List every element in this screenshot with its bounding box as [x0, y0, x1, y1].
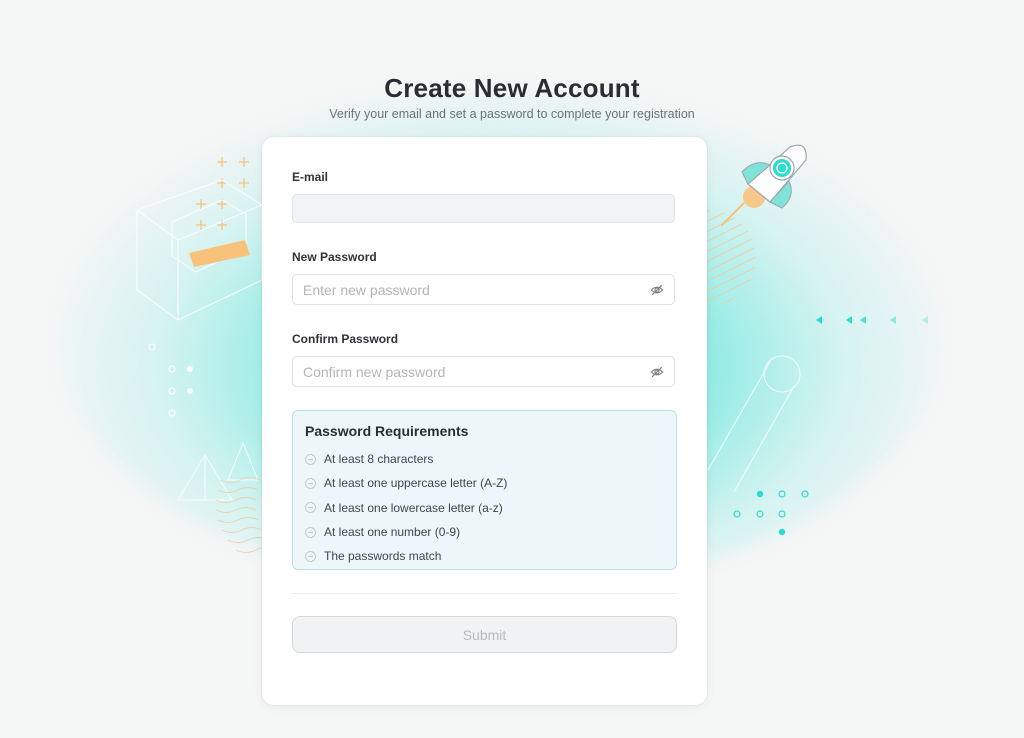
requirement-text: At least one lowercase letter (a-z) — [324, 500, 503, 515]
page-subtitle: Verify your email and set a password to … — [329, 107, 695, 121]
submit-button[interactable]: Submit — [292, 616, 677, 653]
requirement-text: At least one uppercase letter (A-Z) — [324, 476, 508, 491]
triangles-decoration — [177, 441, 259, 501]
new-password-label: New Password — [292, 250, 377, 264]
new-password-field-wrapper — [292, 274, 675, 305]
requirement-item: At least 8 characters — [305, 447, 507, 471]
minus-circle-icon — [305, 550, 316, 562]
registration-card: E-mail New Password Confirm Password Pas… — [262, 137, 707, 705]
page-title: Create New Account — [384, 73, 640, 103]
minus-circle-icon — [305, 526, 316, 538]
requirements-title: Password Requirements — [305, 423, 469, 439]
minus-circle-icon — [305, 453, 316, 465]
eye-slash-icon[interactable] — [650, 283, 664, 297]
email-field-wrapper — [292, 194, 675, 223]
confirm-password-field[interactable] — [293, 357, 643, 386]
requirement-text: At least 8 characters — [324, 452, 434, 467]
requirements-list: At least 8 characters At least one upper… — [305, 447, 507, 568]
password-requirements-panel: Password Requirements At least 8 charact… — [292, 410, 677, 570]
box-lid-decoration — [189, 240, 250, 267]
divider — [292, 593, 677, 594]
email-label: E-mail — [292, 170, 329, 184]
minus-circle-icon — [305, 502, 316, 514]
dots-left-decoration — [148, 343, 193, 417]
requirement-item: The passwords match — [305, 544, 507, 568]
requirement-item: At least one number (0-9) — [305, 520, 507, 544]
minus-circle-icon — [305, 477, 316, 489]
requirement-item: At least one uppercase letter (A-Z) — [305, 471, 507, 495]
requirement-item: At least one lowercase letter (a-z) — [305, 496, 507, 520]
new-password-field[interactable] — [293, 275, 643, 304]
eye-slash-icon[interactable] — [650, 365, 664, 379]
plus-signs-decoration — [196, 157, 249, 230]
rocket-decoration — [721, 144, 807, 226]
confirm-password-label: Confirm Password — [292, 332, 399, 346]
requirement-text: The passwords match — [324, 549, 442, 564]
cylinder-decoration — [707, 355, 801, 493]
dots-right-decoration — [733, 490, 809, 536]
arrows-decoration — [816, 316, 928, 324]
requirement-text: At least one number (0-9) — [324, 525, 461, 540]
email-field[interactable] — [293, 195, 643, 222]
confirm-password-field-wrapper — [292, 356, 675, 387]
page-header: Create New Account Verify your email and… — [0, 72, 1024, 122]
